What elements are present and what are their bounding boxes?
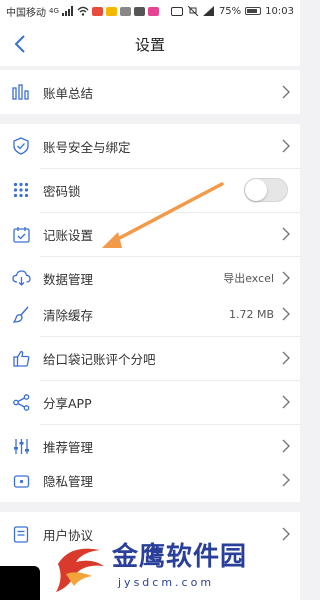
mute-icon (187, 6, 199, 16)
privacy-label: 隐私管理 (43, 473, 94, 489)
lock-icon (10, 469, 32, 491)
status-bar: 中国移动 4G 75% 10:03 (0, 0, 300, 22)
privacy-row[interactable]: 隐私管理 (0, 458, 300, 502)
data-management-label: 数据管理 (43, 271, 94, 287)
clock: 10:03 (265, 5, 294, 17)
bar-chart-icon (10, 81, 32, 103)
wifi-icon (77, 6, 89, 16)
export-excel-value: 导出excel (223, 272, 274, 285)
share-icon (10, 391, 32, 413)
cache-size-value: 1.72 MB (228, 307, 274, 321)
chevron-right-icon (280, 350, 292, 366)
account-security-row[interactable]: 账号安全与绑定 (0, 124, 300, 168)
chevron-right-icon (280, 138, 292, 154)
bookkeeping-settings-label: 记账设置 (43, 227, 94, 243)
share-app-row[interactable]: 分享APP (0, 380, 300, 424)
chevron-right-icon (280, 394, 292, 410)
recommended-label: 推荐管理 (43, 439, 94, 455)
battery-icon (245, 7, 262, 15)
notification-app-icon (119, 6, 131, 16)
settings-group-account: 账号安全与绑定 密码锁 记账设置 数据管理 导出excel (0, 124, 300, 300)
chevron-left-icon (14, 35, 25, 53)
watermark-name: 金鹰软件园 (112, 542, 248, 572)
battery-percent: 75% (218, 5, 242, 17)
sliders-icon (10, 435, 32, 457)
settings-group-app: 清除缓存 1.72 MB 给口袋记账评个分吧 分享APP 推荐管理 (0, 292, 300, 468)
password-lock-label: 密码锁 (43, 183, 81, 199)
carrier-label: 中国移动 (6, 7, 46, 19)
signal-label: 4G (49, 7, 59, 15)
notification-app-icon (91, 6, 103, 16)
chevron-right-icon (280, 84, 292, 100)
rate-app-label: 给口袋记账评个分吧 (43, 351, 156, 367)
chevron-right-icon (280, 226, 292, 242)
password-lock-toggle[interactable] (244, 178, 288, 202)
notification-app-icon (105, 6, 117, 16)
cloud-download-icon (10, 267, 32, 289)
chevron-right-icon (280, 306, 292, 322)
chevron-right-icon (280, 472, 292, 488)
thumbs-up-icon (10, 347, 32, 369)
back-button[interactable] (6, 30, 34, 58)
calendar-check-icon (10, 223, 32, 245)
brush-icon (10, 303, 32, 325)
account-security-label: 账号安全与绑定 (43, 139, 131, 155)
clear-cache-label: 清除缓存 (43, 307, 94, 323)
chevron-right-icon (280, 438, 292, 454)
hd-icon (170, 6, 183, 16)
bill-summary-row[interactable]: 账单总结 (0, 70, 300, 114)
settings-group-privacy: 隐私管理 (0, 458, 300, 502)
shield-check-icon (10, 135, 32, 157)
notification-app-icon (147, 6, 159, 16)
chevron-right-icon (280, 270, 292, 286)
password-lock-row: 密码锁 (0, 168, 300, 212)
toggle-knob (245, 179, 267, 201)
page-title: 设置 (134, 35, 165, 54)
signal-bars-icon (61, 6, 73, 16)
keypad-icon (10, 179, 32, 201)
bill-summary-label: 账单总结 (43, 85, 94, 101)
bookkeeping-settings-row[interactable]: 记账设置 (0, 212, 300, 256)
watermark-url: jysdcm.com (118, 576, 215, 589)
nav-bar: 设置 (0, 22, 300, 66)
notification-app-icon (133, 6, 145, 16)
share-app-label: 分享APP (43, 395, 92, 411)
settings-group-summary: 账单总结 (0, 70, 300, 114)
clear-cache-row[interactable]: 清除缓存 1.72 MB (0, 292, 300, 336)
signal-full-icon (202, 6, 214, 16)
rate-app-row[interactable]: 给口袋记账评个分吧 (0, 336, 300, 380)
